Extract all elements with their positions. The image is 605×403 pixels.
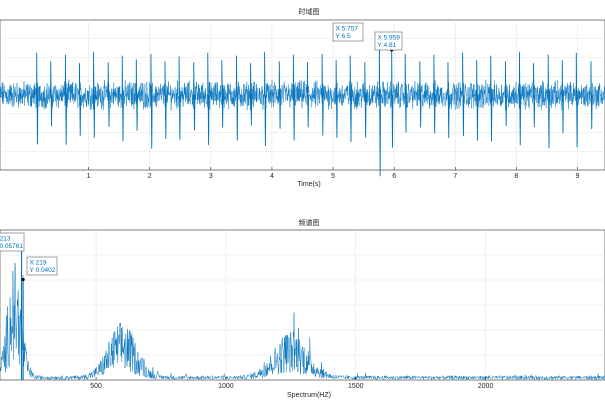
time-chart-title: 时域图 bbox=[299, 7, 320, 16]
time-tick-label: 4 bbox=[270, 173, 274, 180]
spectrum-tick-label: 2000 bbox=[478, 383, 494, 390]
spectrum-axes: 500 1000 1500 2000 X 213Y 0.05761 X 219Y 0.0… bbox=[0, 229, 605, 390]
time-tick-label: 3 bbox=[209, 173, 213, 180]
spectrum-chart-title: 频谱图 bbox=[299, 218, 320, 227]
spectrum-tick-label: 1500 bbox=[348, 383, 364, 390]
spectrum-datatip-2-x-text: X 219 bbox=[30, 260, 47, 267]
time-datatip-2-x-text: X 5.959 bbox=[378, 35, 401, 42]
time-tick-label: 9 bbox=[576, 173, 580, 180]
time-tick-label: 7 bbox=[453, 173, 457, 180]
spectrum-datatip-1-x-text: X 213 bbox=[0, 236, 11, 243]
spectrum-tick-label: 500 bbox=[90, 383, 102, 390]
time-tick-label: 2 bbox=[148, 173, 152, 180]
spectrum-datatip-2-y-text: Y 0.0402 bbox=[30, 267, 56, 274]
time-tick-label: 8 bbox=[514, 173, 518, 180]
figure: 时域图 123456789 X 5.757Y 6.5 X 5.959Y 4.81 … bbox=[0, 0, 605, 403]
time-tick-label: 6 bbox=[392, 173, 396, 180]
spectrum-x-axis-label: Spectrum(HZ) bbox=[287, 392, 331, 399]
spectrum-tick-label: 1000 bbox=[218, 383, 234, 390]
spectrum-datatip-1-y-text: Y 0.05761 bbox=[0, 243, 23, 250]
time-x-axis-label: Time(s) bbox=[297, 181, 320, 188]
time-tick-label: 5 bbox=[331, 173, 335, 180]
time-domain-axes: 1 2 3 4 5 6 7 8 9 X 5.757Y 6.5 X 5.959Y 4.81 bbox=[0, 19, 605, 180]
time-datatip-1-x-text: X 5.757 bbox=[336, 26, 359, 33]
time-tick-label: 1 bbox=[87, 173, 91, 180]
time-datatip-2-y-text: Y 4.81 bbox=[378, 42, 397, 49]
time-datatip-1-y-text: Y 6.5 bbox=[336, 33, 351, 40]
